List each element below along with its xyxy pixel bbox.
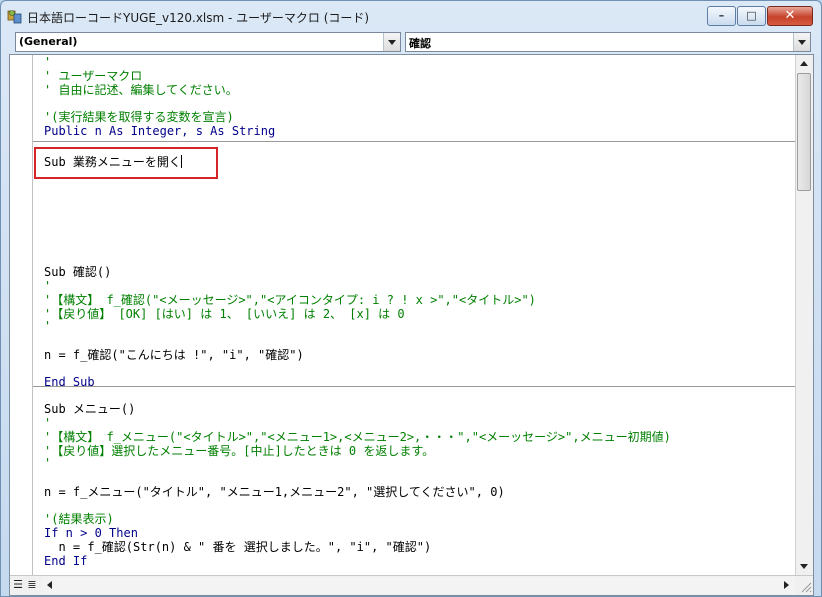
- minimize-icon: –: [718, 9, 725, 22]
- close-button[interactable]: ✕: [767, 6, 813, 26]
- code-pane[interactable]: ' ' ユーザーマクロ ' 自由に記述、編集してください。 '(実行結果を取得す…: [9, 54, 814, 596]
- code-line[interactable]: ': [44, 416, 51, 430]
- arrow-right-icon[interactable]: [778, 577, 795, 594]
- procedure-combo-value: 確認: [409, 37, 431, 50]
- code-line[interactable]: ': [44, 55, 51, 69]
- margin-indicator-bar[interactable]: [10, 55, 33, 575]
- procedure-view-button[interactable]: ☰: [11, 578, 25, 592]
- arrow-up-icon[interactable]: [796, 55, 813, 72]
- object-combo[interactable]: (General): [15, 32, 401, 52]
- code-line[interactable]: Sub 確認(): [44, 265, 111, 279]
- title-bar[interactable]: 日本語ローコードYUGE_v120.xlsm - ユーザーマクロ (コード) –…: [1, 1, 821, 31]
- code-line[interactable]: '【構文】 f_メニュー("<タイトル>","<メニュー1>,<メニュー2>,・…: [44, 430, 671, 444]
- code-line[interactable]: n = f_確認("こんにちは !", "i", "確認"): [44, 348, 304, 362]
- arrow-left-icon[interactable]: [41, 577, 58, 594]
- code-line[interactable]: '【戻り値】選択したメニュー番号。[中止]したときは 0 を返します。: [44, 444, 434, 458]
- module-view-button[interactable]: ≣: [25, 578, 39, 592]
- horizontal-scrollbar[interactable]: [41, 577, 795, 594]
- arrow-down-icon[interactable]: [796, 558, 813, 575]
- code-line[interactable]: '【構文】 f_確認("<メーッセージ>","<アイコンタイプ: i ? ! x…: [44, 293, 536, 307]
- size-grip-icon[interactable]: [796, 577, 813, 594]
- highlight-box: [34, 147, 218, 179]
- code-line[interactable]: ': [44, 279, 51, 293]
- code-line[interactable]: '(結果表示): [44, 512, 114, 526]
- object-combo-value: (General): [19, 35, 78, 48]
- chevron-down-icon[interactable]: [383, 33, 400, 51]
- code-line[interactable]: End If: [44, 554, 87, 568]
- code-line[interactable]: n = f_メニュー("タイトル", "メニュー1,メニュー2", "選択してく…: [44, 485, 505, 499]
- vertical-scroll-thumb[interactable]: [797, 73, 811, 191]
- window-title: 日本語ローコードYUGE_v120.xlsm - ユーザーマクロ (コード): [27, 11, 370, 25]
- bottom-bar: ☰ ≣: [10, 575, 813, 595]
- procedure-combo[interactable]: 確認: [405, 32, 811, 52]
- code-line[interactable]: ' 自由に記述、編集してください。: [44, 83, 238, 97]
- procedure-separator: [33, 141, 795, 142]
- vba-code-window: 日本語ローコードYUGE_v120.xlsm - ユーザーマクロ (コード) –…: [0, 0, 822, 597]
- maximize-button[interactable]: □: [737, 6, 766, 26]
- code-line[interactable]: Sub メニュー(): [44, 402, 135, 416]
- code-line[interactable]: If n > 0 Then: [44, 526, 138, 540]
- code-line[interactable]: Public n As Integer, s As String: [44, 124, 275, 138]
- code-line[interactable]: n = f_確認(Str(n) & " 番を 選択しました。", "i", "確…: [44, 540, 431, 554]
- close-icon: ✕: [784, 8, 796, 23]
- code-line[interactable]: '(実行結果を取得する変数を宣言): [44, 110, 234, 124]
- code-line[interactable]: ': [44, 319, 51, 333]
- vertical-scrollbar[interactable]: [795, 55, 813, 575]
- vba-editor-icon: [7, 10, 22, 24]
- minimize-button[interactable]: –: [707, 6, 736, 26]
- maximize-icon: □: [746, 9, 757, 22]
- chevron-down-icon[interactable]: [793, 33, 810, 51]
- code-line[interactable]: '【戻り値】 [OK] [はい] は 1、 [いいえ] は 2、 [x] は 0: [44, 307, 405, 321]
- code-line[interactable]: ': [44, 456, 51, 470]
- procedure-separator: [33, 386, 795, 387]
- code-line[interactable]: ' ユーザーマクロ: [44, 69, 142, 83]
- code-editor[interactable]: ' ' ユーザーマクロ ' 自由に記述、編集してください。 '(実行結果を取得す…: [33, 55, 795, 575]
